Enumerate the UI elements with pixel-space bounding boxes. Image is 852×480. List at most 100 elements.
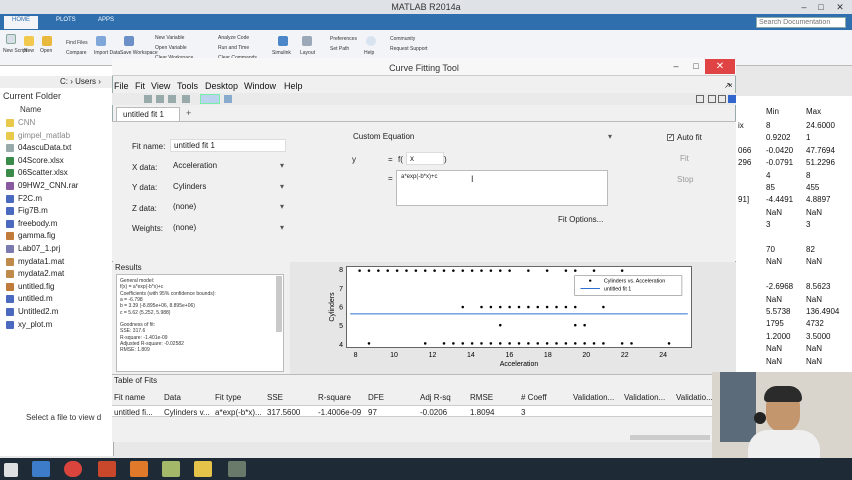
- file-item[interactable]: xy_plot.m: [18, 320, 52, 329]
- table-column-header[interactable]: # Coeff: [521, 393, 547, 402]
- layout-tile-icon[interactable]: [718, 95, 726, 103]
- save-workspace-icon[interactable]: [124, 36, 134, 46]
- fit-type-select[interactable]: Custom Equation: [350, 131, 614, 144]
- table-column-header[interactable]: Validation...: [624, 393, 665, 402]
- y-data-select[interactable]: Cylinders: [170, 181, 286, 194]
- simulink-label[interactable]: Simulink: [272, 50, 291, 56]
- grid-toggle-icon[interactable]: [200, 94, 220, 104]
- table-column-header[interactable]: Fit name: [114, 393, 145, 402]
- menu-view[interactable]: View: [151, 81, 170, 91]
- weights-select[interactable]: (none): [170, 222, 286, 235]
- stop-button[interactable]: Stop: [677, 175, 693, 184]
- cft-close-icon[interactable]: ✕: [705, 59, 735, 74]
- menu-tools[interactable]: Tools: [177, 81, 198, 91]
- table-column-header[interactable]: Data: [164, 393, 181, 402]
- layout-grid-icon[interactable]: [696, 95, 704, 103]
- help-label[interactable]: Help: [364, 50, 374, 56]
- legend-toggle-icon[interactable]: [224, 95, 232, 103]
- new-variable-button[interactable]: New Variable: [155, 35, 184, 41]
- table-column-header[interactable]: Validatio...: [676, 393, 713, 402]
- find-files-button[interactable]: Find Files: [66, 40, 88, 46]
- start-icon[interactable]: [4, 463, 18, 477]
- z-data-select[interactable]: (none): [170, 201, 286, 214]
- cft-panel-close-icon[interactable]: ×: [728, 81, 733, 90]
- file-item[interactable]: gamma.fig: [18, 231, 55, 240]
- file-item[interactable]: untitled.m: [18, 294, 53, 303]
- layout-icon[interactable]: [302, 36, 312, 46]
- file-item[interactable]: 04ascuData.txt: [18, 143, 71, 152]
- folder-path[interactable]: C: › Users ›: [60, 77, 101, 86]
- file-item[interactable]: gimpel_matlab: [18, 131, 70, 140]
- file-item[interactable]: CNN: [18, 118, 35, 127]
- menu-file[interactable]: File: [114, 81, 129, 91]
- community-button[interactable]: Community: [390, 36, 415, 42]
- run-and-time-button[interactable]: Run and Time: [218, 45, 249, 51]
- maximize-icon[interactable]: □: [815, 2, 827, 12]
- menu-fit[interactable]: Fit: [135, 81, 145, 91]
- table-column-header[interactable]: DFE: [368, 393, 384, 402]
- add-fit-tab-button[interactable]: +: [186, 108, 191, 118]
- layout-label[interactable]: Layout: [300, 50, 315, 56]
- file-item[interactable]: untitled.fig: [18, 282, 54, 291]
- file-item[interactable]: Lab07_1.prj: [18, 244, 60, 253]
- minimize-icon[interactable]: –: [798, 2, 810, 12]
- new-label[interactable]: New: [24, 48, 34, 54]
- address-bar[interactable]: C: › Users ›: [0, 76, 114, 88]
- table-column-header[interactable]: RMSE: [470, 393, 493, 402]
- cft-maximize-icon[interactable]: □: [690, 61, 702, 71]
- chrome-icon[interactable]: [64, 461, 82, 477]
- table-column-header[interactable]: Validation...: [573, 393, 614, 402]
- table-column-header[interactable]: Adj R-sq: [420, 393, 451, 402]
- fit-button[interactable]: Fit: [680, 154, 689, 163]
- preferences-button[interactable]: Preferences: [330, 36, 357, 42]
- fit-name-input[interactable]: [170, 139, 286, 152]
- table-column-header[interactable]: R-square: [318, 393, 351, 402]
- compare-button[interactable]: Compare: [66, 50, 87, 56]
- menu-window[interactable]: Window: [244, 81, 276, 91]
- open-variable-button[interactable]: Open Variable: [155, 45, 187, 51]
- simulink-icon[interactable]: [278, 36, 288, 46]
- import-data-label[interactable]: Import Data: [94, 50, 120, 56]
- new-script-icon[interactable]: [6, 34, 16, 44]
- matlab-icon[interactable]: [130, 461, 148, 477]
- file-item[interactable]: 06Scatter.xlsx: [18, 168, 68, 177]
- menu-help[interactable]: Help: [284, 81, 303, 91]
- table-column-header[interactable]: Fit type: [215, 393, 241, 402]
- file-item[interactable]: Untitled2.m: [18, 307, 58, 316]
- tab-untitled-fit-1[interactable]: untitled fit 1: [116, 107, 180, 121]
- help-icon[interactable]: [366, 36, 376, 46]
- set-path-button[interactable]: Set Path: [330, 46, 349, 52]
- zoom-out-icon[interactable]: [156, 95, 164, 103]
- file-item[interactable]: freebody.m: [18, 219, 57, 228]
- import-data-icon[interactable]: [96, 36, 106, 46]
- files-icon[interactable]: [228, 461, 246, 477]
- workspace-min-header[interactable]: Min: [766, 107, 779, 116]
- analyze-code-button[interactable]: Analyze Code: [218, 35, 249, 41]
- fit-options-button[interactable]: Fit Options...: [558, 215, 603, 224]
- auto-fit-checkbox[interactable]: ✓: [667, 134, 674, 141]
- name-column-header[interactable]: Name: [20, 105, 41, 114]
- workspace-max-header[interactable]: Max: [806, 107, 821, 116]
- close-icon[interactable]: ✕: [834, 2, 846, 12]
- file-item[interactable]: mydata1.mat: [18, 257, 64, 266]
- powerpoint-icon[interactable]: [98, 461, 116, 477]
- file-item[interactable]: 09HW2_CNN.rar: [18, 181, 78, 190]
- independent-variable-input[interactable]: [406, 152, 444, 165]
- folder-icon[interactable]: [194, 461, 212, 477]
- open-label[interactable]: Open: [40, 48, 52, 54]
- table-scrollbar[interactable]: [630, 435, 710, 440]
- notes-icon[interactable]: [162, 461, 180, 477]
- results-scrollbar[interactable]: [276, 276, 282, 332]
- request-support-button[interactable]: Request Support: [390, 46, 428, 52]
- tab-apps[interactable]: APPS: [90, 16, 122, 29]
- new-icon[interactable]: [24, 36, 34, 46]
- open-icon[interactable]: [42, 36, 52, 46]
- file-item[interactable]: mydata2.mat: [18, 269, 64, 278]
- file-item[interactable]: 04Score.xlsx: [18, 156, 64, 165]
- tab-home[interactable]: HOME: [4, 16, 38, 29]
- layout-split-icon[interactable]: [708, 95, 716, 103]
- pan-icon[interactable]: [168, 95, 176, 103]
- equation-input[interactable]: a*exp(-b*x)+c I: [396, 170, 608, 206]
- table-column-header[interactable]: SSE: [267, 393, 283, 402]
- data-cursor-icon[interactable]: [182, 95, 190, 103]
